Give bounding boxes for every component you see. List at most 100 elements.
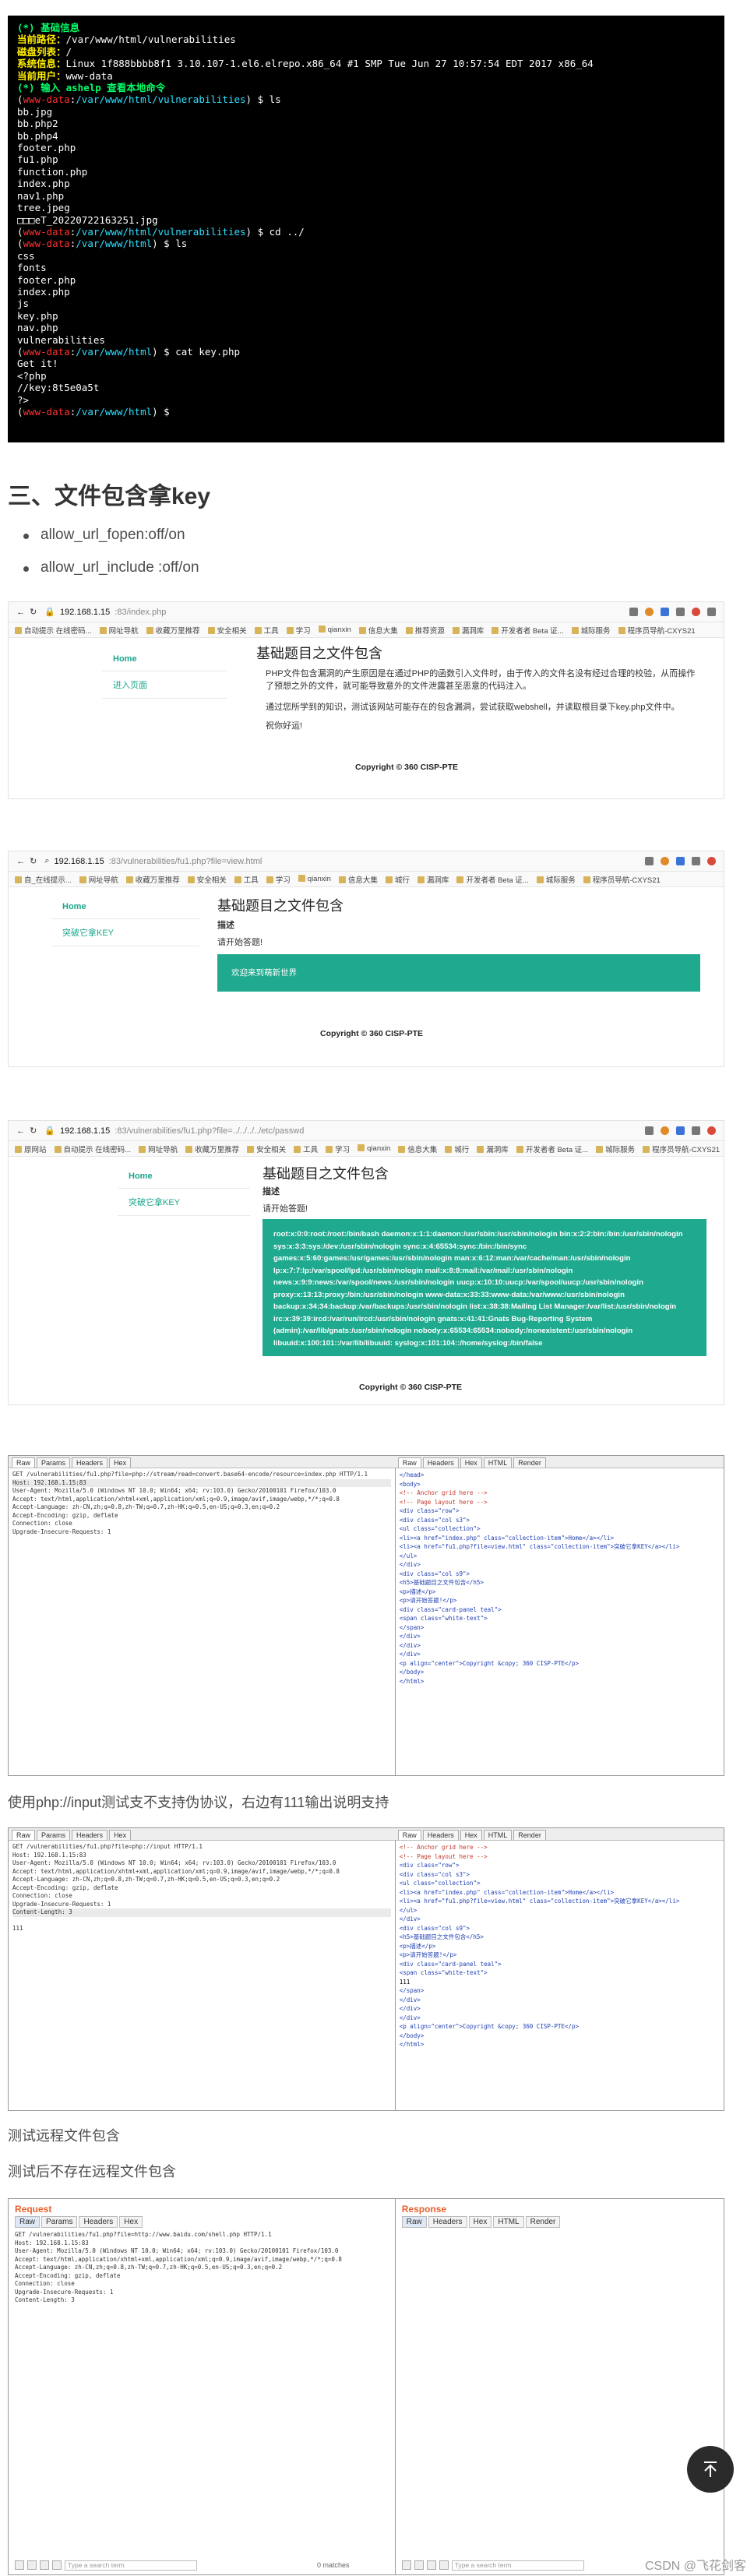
menu-icon[interactable] xyxy=(707,608,716,616)
tab-raw[interactable]: Raw xyxy=(397,1830,421,1840)
extension-icon[interactable] xyxy=(692,857,700,865)
request-body[interactable]: GET /vulnerabilities/fu1.php?file=php://… xyxy=(9,1841,395,2110)
tab-render[interactable]: Render xyxy=(513,1830,546,1840)
tab-raw[interactable]: Raw xyxy=(15,2216,41,2228)
tab-hex[interactable]: Hex xyxy=(109,1457,132,1468)
bookmark-item[interactable]: 工具 xyxy=(294,1144,318,1154)
search-input[interactable]: Type a search term xyxy=(451,2560,584,2571)
search-input[interactable]: Type a search term xyxy=(65,2560,197,2571)
download-icon[interactable] xyxy=(645,857,654,865)
tab-render[interactable]: Render xyxy=(525,2216,561,2228)
bookmark-item[interactable]: 网址导航 xyxy=(79,874,118,885)
nav-enter[interactable]: 进入页面 xyxy=(102,671,227,699)
tab-headers[interactable]: Headers xyxy=(422,1830,459,1840)
bookmark-item[interactable]: 信息大集 xyxy=(358,625,398,636)
tab-headers[interactable]: Headers xyxy=(72,1830,108,1840)
next-button[interactable] xyxy=(52,2560,62,2570)
bookmark-item[interactable]: 安全相关 xyxy=(247,1144,286,1154)
reload-icon[interactable]: ↻ xyxy=(30,607,37,617)
tab-html[interactable]: HTML xyxy=(483,1457,513,1468)
extension-icon[interactable] xyxy=(692,608,700,616)
prev-button[interactable] xyxy=(27,2560,37,2570)
tab-hex[interactable]: Hex xyxy=(460,1457,482,1468)
bookmark-item[interactable]: 收藏万里推荐 xyxy=(146,625,200,636)
bookmark-item[interactable]: 城际服务 xyxy=(536,874,576,885)
extension-icon[interactable] xyxy=(676,1126,685,1135)
bookmark-item[interactable]: qianxin xyxy=(358,1144,390,1153)
nav-home[interactable]: Home xyxy=(51,895,199,919)
back-icon[interactable]: ← xyxy=(16,608,25,617)
bookmark-item[interactable]: 漏洞库 xyxy=(417,874,449,885)
bookmark-item[interactable]: 学习 xyxy=(326,1144,350,1154)
bookmark-item[interactable]: 开发者者 Beta 证... xyxy=(492,625,564,636)
bookmark-item[interactable]: 漏洞库 xyxy=(452,625,484,636)
bookmark-item[interactable]: 程序员导航-CXYS21 xyxy=(643,1144,720,1154)
bookmark-item[interactable]: qianxin xyxy=(298,875,331,883)
help-button[interactable] xyxy=(15,2560,24,2570)
download-icon[interactable] xyxy=(629,608,638,616)
extension-icon[interactable] xyxy=(707,857,716,865)
address-bar[interactable]: 🔒 192.168.1.15:83/index.php xyxy=(44,607,629,618)
extension-icon[interactable] xyxy=(692,1126,700,1135)
bookmark-item[interactable]: 开发者者 Beta 证... xyxy=(456,874,529,885)
bookmark-item[interactable]: 网址导航 xyxy=(139,1144,178,1154)
back-to-top-button[interactable] xyxy=(687,2446,734,2493)
bookmark-item[interactable]: 收藏万里推荐 xyxy=(125,874,180,885)
bookmark-item[interactable]: 信息大集 xyxy=(338,874,378,885)
help-button[interactable] xyxy=(401,2560,411,2570)
tab-raw[interactable]: Raw xyxy=(397,1457,421,1468)
request-body[interactable]: GET /vulnerabilities/fu1.php?file=php://… xyxy=(9,1468,395,1775)
tab-params[interactable]: Params xyxy=(41,2216,78,2228)
tab-raw[interactable]: Raw xyxy=(401,2216,427,2228)
next-button[interactable] xyxy=(439,2560,449,2570)
tab-params[interactable]: Params xyxy=(37,1457,71,1468)
extension-icon[interactable] xyxy=(661,608,669,616)
extension-icon[interactable] xyxy=(676,608,685,616)
tab-headers[interactable]: Headers xyxy=(422,1457,459,1468)
bookmark-item[interactable]: 自动提示 在线密码... xyxy=(15,625,92,636)
bookmark-item[interactable]: 原网站 xyxy=(15,1144,47,1154)
bookmark-item[interactable]: 程序员导航-CXYS21 xyxy=(583,874,661,885)
bookmark-item[interactable]: 工具 xyxy=(234,874,259,885)
back-icon[interactable]: ← xyxy=(16,857,25,866)
extension-icon[interactable] xyxy=(661,1126,669,1135)
extension-icon[interactable] xyxy=(676,857,685,865)
tab-raw[interactable]: Raw xyxy=(12,1457,36,1468)
bookmark-item[interactable]: 学习 xyxy=(286,625,311,636)
bookmark-item[interactable]: 自动提示 在线密码... xyxy=(54,1144,131,1154)
add-button[interactable] xyxy=(40,2560,49,2570)
tab-raw[interactable]: Raw xyxy=(12,1830,36,1840)
reload-icon[interactable]: ↻ xyxy=(30,1126,37,1136)
tab-headers[interactable]: Headers xyxy=(72,1457,108,1468)
nav-home[interactable]: Home xyxy=(102,647,227,671)
extension-icon[interactable] xyxy=(661,857,669,865)
tab-hex[interactable]: Hex xyxy=(460,1830,482,1840)
nav-get-key[interactable]: 突破它拿KEY xyxy=(118,1189,250,1216)
extension-icon[interactable] xyxy=(645,608,654,616)
bookmark-item[interactable]: 城际服务 xyxy=(571,625,611,636)
bookmark-item[interactable]: 信息大集 xyxy=(398,1144,437,1154)
bookmark-item[interactable]: 漏洞库 xyxy=(477,1144,509,1154)
tab-html[interactable]: HTML xyxy=(493,2216,524,2228)
tab-headers[interactable]: Headers xyxy=(428,2216,467,2228)
reload-icon[interactable]: ↻ xyxy=(30,856,37,866)
bookmark-item[interactable]: 开发者者 Beta 证... xyxy=(516,1144,588,1154)
add-button[interactable] xyxy=(426,2560,436,2570)
tab-render[interactable]: Render xyxy=(513,1457,546,1468)
request-body[interactable]: GET /vulnerabilities/fu1.php?file=http:/… xyxy=(9,2228,395,2308)
bookmark-item[interactable]: 城行 xyxy=(445,1144,469,1154)
bookmark-item[interactable]: 学习 xyxy=(266,874,291,885)
bookmark-item[interactable]: 自_在线提示... xyxy=(15,874,72,885)
bookmark-item[interactable]: 城际服务 xyxy=(596,1144,635,1154)
tab-hex[interactable]: Hex xyxy=(109,1830,132,1840)
tab-html[interactable]: HTML xyxy=(483,1830,513,1840)
tab-hex[interactable]: Hex xyxy=(468,2216,492,2228)
download-icon[interactable] xyxy=(645,1126,654,1135)
bookmark-item[interactable]: 收藏万里推荐 xyxy=(185,1144,239,1154)
tab-hex[interactable]: Hex xyxy=(119,2216,143,2228)
bookmark-item[interactable]: 推荐资源 xyxy=(405,625,445,636)
address-bar[interactable]: ⌕ 192.168.1.15:83/vulnerabilities/fu1.ph… xyxy=(44,856,645,866)
bookmark-item[interactable]: 程序员导航-CXYS21 xyxy=(618,625,696,636)
prev-button[interactable] xyxy=(414,2560,424,2570)
bookmark-item[interactable]: 城行 xyxy=(385,874,410,885)
